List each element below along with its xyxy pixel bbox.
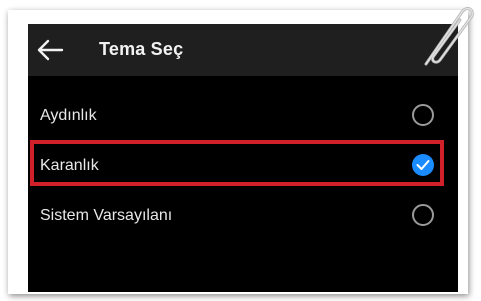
option-label: Karanlık — [40, 157, 99, 174]
radio-unchecked-icon[interactable] — [412, 104, 434, 126]
radio-unchecked-icon[interactable] — [412, 204, 434, 226]
paperclip-icon — [424, 7, 474, 66]
page-title: Tema Seç — [99, 39, 184, 59]
theme-option-light[interactable]: Aydınlık — [28, 92, 458, 142]
option-label: Aydınlık — [40, 107, 97, 124]
back-button[interactable] — [34, 36, 66, 64]
top-app-bar: Tema Seç — [28, 24, 458, 76]
back-arrow-icon — [37, 39, 64, 61]
app-screen: Tema Seç Aydınlık Karanlık Sistem Varsay… — [28, 24, 458, 292]
radio-checked-icon[interactable] — [412, 154, 434, 176]
checkmark-icon — [416, 160, 430, 170]
theme-option-system[interactable]: Sistem Varsayılanı — [28, 192, 458, 242]
theme-option-dark[interactable]: Karanlık — [28, 142, 458, 192]
option-label: Sistem Varsayılanı — [40, 207, 173, 224]
